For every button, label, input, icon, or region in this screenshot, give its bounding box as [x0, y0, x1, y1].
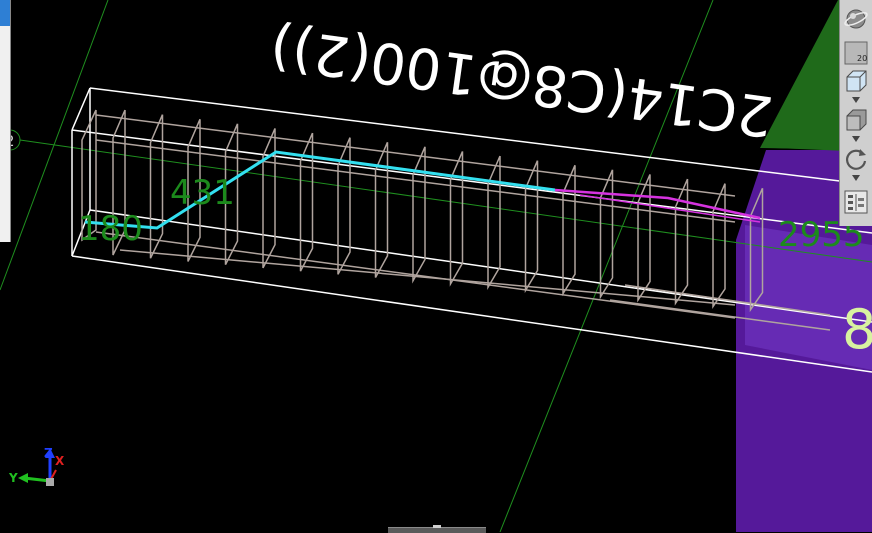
view-toolbar: 20 [839, 0, 872, 226]
stirrup [524, 160, 539, 294]
stirrup [262, 128, 276, 269]
beam-reinforcement-label: 2C14(C8@100(2)) [266, 14, 777, 149]
layers-icon[interactable] [843, 189, 869, 215]
bottom-panel-handle[interactable] [388, 525, 486, 533]
cube-grid-label: 20 [857, 54, 867, 63]
highlighted-rebar-magenta[interactable] [554, 188, 761, 220]
stirrup [449, 151, 464, 287]
stirrup [562, 164, 576, 297]
axis-x-label: X [55, 454, 65, 468]
side-digit-label: 8 [842, 298, 872, 361]
dimension-slope: 431 [170, 173, 235, 213]
chevron-down-icon[interactable] [852, 136, 860, 142]
wire-cube-icon[interactable] [843, 68, 869, 94]
axis-triad: Z X Y [8, 446, 65, 486]
stirrup [412, 146, 426, 284]
stirrup [149, 114, 164, 259]
globe-icon[interactable] [843, 6, 869, 32]
stirrup [299, 132, 314, 272]
dimension-left: 180 [78, 209, 143, 249]
rebar-cage [81, 109, 831, 331]
axis-y-label: Y [8, 471, 18, 485]
side-panel[interactable] [0, 0, 11, 242]
stirrup [374, 141, 389, 278]
solid-cube-icon[interactable] [843, 107, 869, 133]
stirrup [674, 178, 689, 306]
stirrup [337, 137, 351, 275]
chevron-down-icon[interactable] [852, 175, 860, 181]
handle-notch [433, 525, 441, 528]
side-panel-accent [0, 0, 10, 26]
chevron-down-icon[interactable] [852, 97, 860, 103]
cube-grid-icon[interactable]: 20 [843, 40, 869, 66]
axis-z-label: Z [44, 446, 53, 460]
rotate-icon[interactable] [843, 146, 869, 172]
3d-viewport[interactable]: 180 431 2955 2C14(C8@100(2)) 2 8 Z X Y [0, 0, 872, 532]
stirrup [637, 174, 651, 303]
stirrup [712, 183, 726, 309]
